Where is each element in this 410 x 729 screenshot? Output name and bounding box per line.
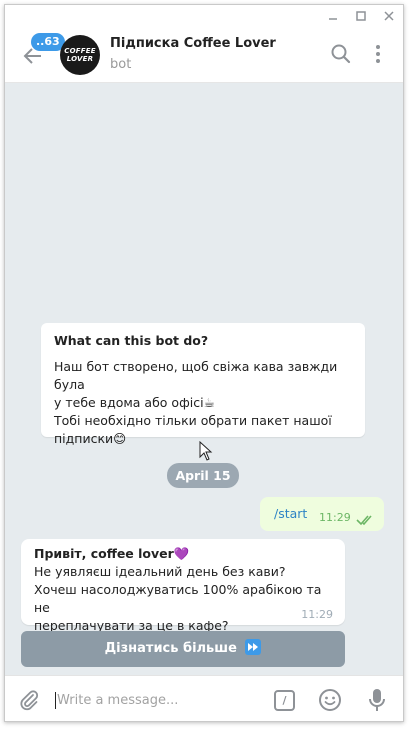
telegram-window: ..63 COFFEE LOVER Підписка Coffee Lover … bbox=[4, 4, 404, 722]
bot-info-card: What can this bot do? Наш бот створено, … bbox=[41, 323, 365, 446]
learn-more-label: Дізнатись більше bbox=[104, 641, 237, 656]
chat-area[interactable]: What can this bot do? Наш бот створено, … bbox=[5, 83, 403, 675]
unread-badge: ..63 bbox=[31, 33, 65, 51]
incoming-message-time: 11:29 bbox=[301, 608, 333, 621]
chat-header: ..63 COFFEE LOVER Підписка Coffee Lover … bbox=[5, 27, 403, 83]
chat-subtitle: bot bbox=[110, 57, 132, 72]
attach-icon[interactable] bbox=[17, 688, 41, 712]
double-check-icon bbox=[356, 511, 376, 526]
chat-title[interactable]: Підписка Coffee Lover bbox=[110, 36, 276, 51]
incoming-message[interactable]: Привіт, coffee lover💜 Не уявляєш ідеальн… bbox=[21, 539, 345, 633]
more-vertical-icon[interactable] bbox=[367, 43, 389, 65]
avatar[interactable]: COFFEE LOVER bbox=[60, 35, 100, 75]
bot-info-line: у тебе вдома або офісі☕ bbox=[54, 395, 215, 410]
fast-forward-icon bbox=[245, 639, 262, 655]
outgoing-message-text[interactable]: /start bbox=[274, 506, 307, 521]
mouse-pointer-icon bbox=[199, 440, 213, 461]
avatar-text-line1: COFFEE bbox=[64, 47, 96, 55]
maximize-icon[interactable] bbox=[347, 5, 375, 27]
text-caret bbox=[55, 692, 56, 709]
bot-info-title: What can this bot do? bbox=[54, 333, 209, 348]
outgoing-message-time: 11:29 bbox=[319, 511, 351, 524]
learn-more-button[interactable]: Дізнатись більше bbox=[21, 631, 345, 667]
incoming-message-line: Не уявляєш ідеальний день без кави? bbox=[34, 564, 286, 579]
emoji-icon[interactable] bbox=[318, 688, 342, 712]
date-separator: April 15 bbox=[167, 463, 239, 488]
microphone-icon[interactable] bbox=[366, 687, 388, 713]
title-bar bbox=[5, 5, 403, 27]
incoming-message-line: Привіт, coffee lover💜 bbox=[34, 546, 190, 561]
message-composer: / bbox=[5, 675, 403, 721]
incoming-message-line: Хочеш насолоджуватись 100% арабікою та н… bbox=[34, 582, 322, 615]
bot-info-line: Наш бот створено, щоб свіжа кава завжди … bbox=[54, 359, 338, 392]
avatar-text-line2: LOVER bbox=[66, 55, 94, 63]
close-icon[interactable] bbox=[375, 5, 403, 27]
bot-command-icon[interactable]: / bbox=[274, 690, 295, 711]
bot-info-line: Тобі необхідно тільки обрати пакет нашої bbox=[54, 413, 332, 428]
minimize-icon[interactable] bbox=[319, 5, 347, 27]
message-input[interactable] bbox=[57, 688, 257, 712]
outgoing-message[interactable]: /start 11:29 bbox=[260, 497, 384, 531]
search-icon[interactable] bbox=[330, 43, 352, 65]
